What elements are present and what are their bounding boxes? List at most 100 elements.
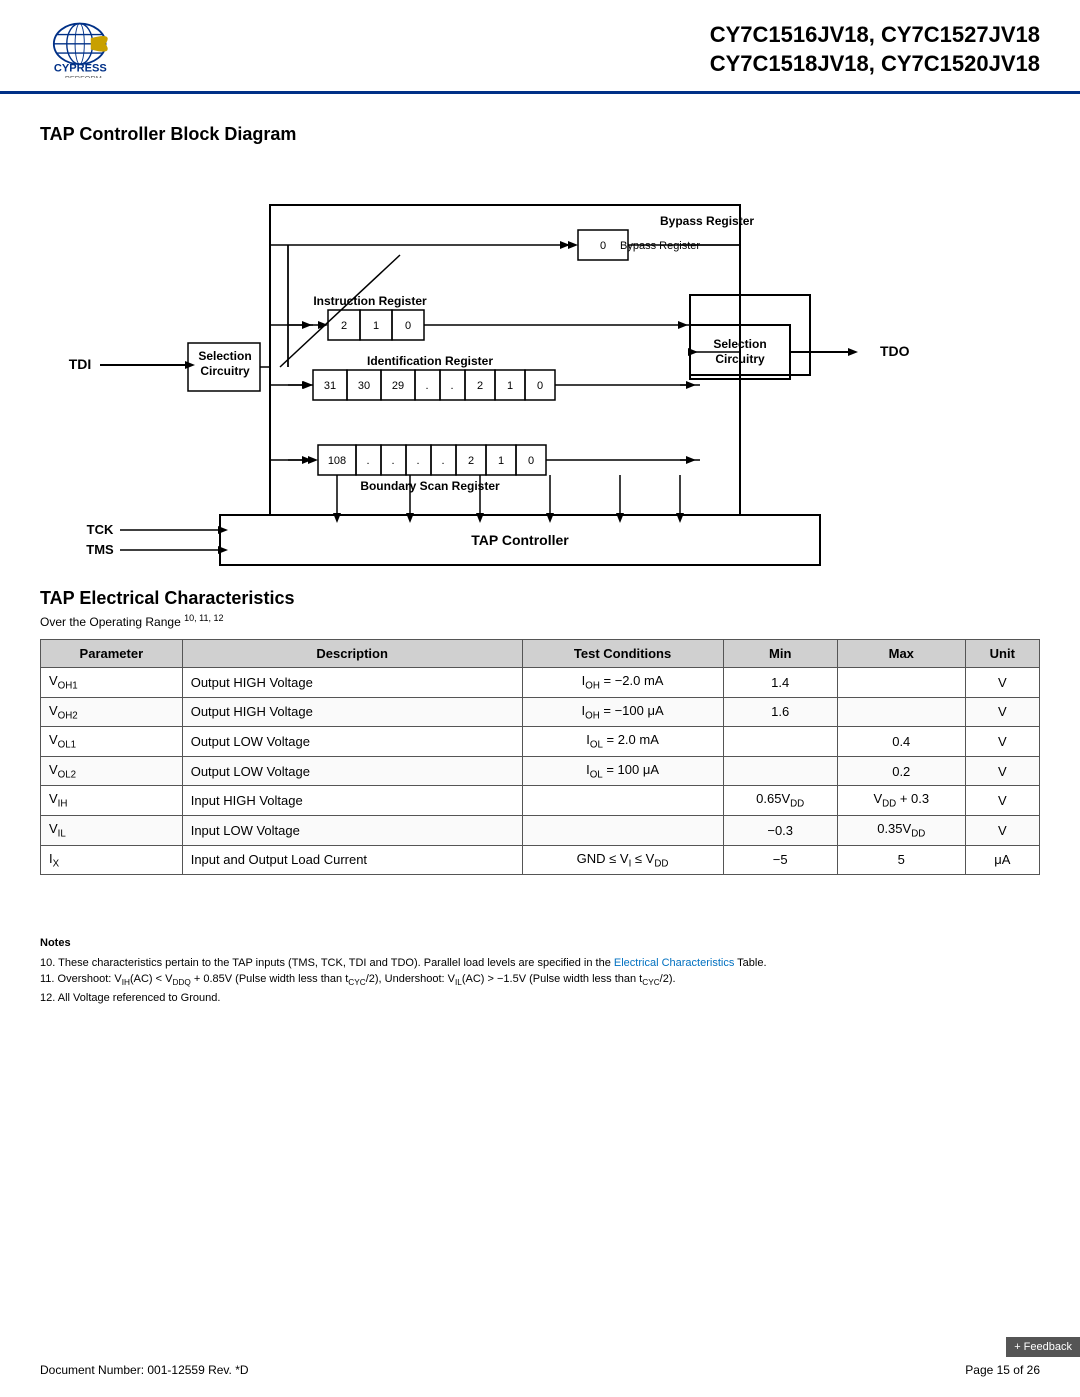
svg-text:Circuitry: Circuitry	[200, 364, 250, 378]
tap-diagram-section: TAP Controller Block Diagram TDI Selecti…	[40, 124, 1040, 578]
elec-title: TAP Electrical Characteristics	[40, 588, 1040, 609]
col-parameter: Parameter	[41, 640, 183, 668]
cell-param: VIL	[41, 815, 183, 845]
title-line2: CY7C1518JV18, CY7C1520JV18	[710, 51, 1040, 76]
cell-unit: V	[965, 668, 1039, 698]
col-min: Min	[723, 640, 837, 668]
svg-text:1: 1	[507, 380, 513, 392]
cell-unit: V	[965, 815, 1039, 845]
svg-text:TDI: TDI	[69, 356, 92, 372]
svg-text:TDO: TDO	[880, 343, 910, 359]
svg-text:0: 0	[537, 380, 543, 392]
cell-min: −5	[723, 845, 837, 875]
elec-table: Parameter Description Test Conditions Mi…	[40, 639, 1040, 875]
col-unit: Unit	[965, 640, 1039, 668]
table-header-row: Parameter Description Test Conditions Mi…	[41, 640, 1040, 668]
svg-text:Identification Register: Identification Register	[367, 354, 493, 368]
cell-test: IOL = 2.0 mA	[522, 727, 723, 757]
cell-desc: Input LOW Voltage	[182, 815, 522, 845]
svg-text:Bypass Register: Bypass Register	[620, 240, 700, 252]
cell-unit: μA	[965, 845, 1039, 875]
svg-text:.: .	[416, 455, 419, 467]
cell-max	[837, 697, 965, 727]
svg-text:Bypass Register: Bypass Register	[660, 214, 754, 228]
elec-subtitle: Over the Operating Range 10, 11, 12	[40, 613, 1040, 629]
cell-param: IX	[41, 845, 183, 875]
notes-list: 10. These characteristics pertain to the…	[40, 955, 1040, 1007]
table-row: VIL Input LOW Voltage −0.3 0.35VDD V	[41, 815, 1040, 845]
page-number: Page 15 of 26	[965, 1363, 1040, 1377]
svg-text:Boundary Scan Register: Boundary Scan Register	[360, 479, 500, 493]
cell-test	[522, 815, 723, 845]
cell-param: VIH	[41, 786, 183, 816]
table-row: IX Input and Output Load Current GND ≤ V…	[41, 845, 1040, 875]
cell-min: −0.3	[723, 815, 837, 845]
logo-area: CYPRESS PERFORM	[40, 18, 170, 81]
table-row: VOL2 Output LOW Voltage IOL = 100 μA 0.2…	[41, 756, 1040, 786]
svg-text:1: 1	[373, 320, 379, 332]
table-row: VOH2 Output HIGH Voltage IOH = −100 μA 1…	[41, 697, 1040, 727]
svg-text:0: 0	[600, 240, 606, 252]
title-line1: CY7C1516JV18, CY7C1527JV18	[710, 22, 1040, 47]
elec-char-link[interactable]: Electrical Characteristics	[614, 957, 734, 969]
svg-text:Instruction Register: Instruction Register	[313, 294, 427, 308]
doc-number: Document Number: 001-12559 Rev. *D	[40, 1363, 249, 1377]
elec-section: TAP Electrical Characteristics Over the …	[40, 588, 1040, 875]
cypress-logo: CYPRESS PERFORM	[40, 18, 160, 78]
cell-desc: Output LOW Voltage	[182, 756, 522, 786]
tap-diagram-title: TAP Controller Block Diagram	[40, 124, 1040, 145]
svg-text:Circuitry: Circuitry	[715, 352, 765, 366]
cell-max: 0.4	[837, 727, 965, 757]
cell-max: 0.35VDD	[837, 815, 965, 845]
cell-max: 0.2	[837, 756, 965, 786]
cell-test: IOH = −2.0 mA	[522, 668, 723, 698]
svg-text:1: 1	[498, 455, 504, 467]
elec-subtitle-text: Over the Operating Range	[40, 615, 181, 629]
svg-text:108: 108	[328, 455, 346, 467]
svg-text:29: 29	[392, 380, 404, 392]
header-title: CY7C1516JV18, CY7C1527JV18 CY7C1518JV18,…	[170, 21, 1040, 78]
cell-param: VOH1	[41, 668, 183, 698]
cell-unit: V	[965, 756, 1039, 786]
svg-text:0: 0	[528, 455, 534, 467]
feedback-button[interactable]: + Feedback	[1006, 1337, 1080, 1357]
col-description: Description	[182, 640, 522, 668]
cell-min	[723, 727, 837, 757]
svg-text:Selection: Selection	[713, 337, 766, 351]
main-content: TAP Controller Block Diagram TDI Selecti…	[0, 94, 1080, 1026]
svg-text:Selection: Selection	[198, 349, 251, 363]
cell-desc: Input and Output Load Current	[182, 845, 522, 875]
cell-min: 1.6	[723, 697, 837, 727]
tap-block-diagram: TDI Selection Circuitry 0 Bypass Registe…	[40, 165, 940, 575]
table-row: VOH1 Output HIGH Voltage IOH = −2.0 mA 1…	[41, 668, 1040, 698]
table-row: VOL1 Output LOW Voltage IOL = 2.0 mA 0.4…	[41, 727, 1040, 757]
notes-section: Notes 10. These characteristics pertain …	[40, 935, 1040, 1006]
page-header: CYPRESS PERFORM CY7C1516JV18, CY7C1527JV…	[0, 0, 1080, 94]
cell-test	[522, 786, 723, 816]
cell-unit: V	[965, 697, 1039, 727]
svg-text:.: .	[450, 380, 453, 392]
svg-text:CYPRESS: CYPRESS	[54, 63, 107, 75]
cell-test: IOL = 100 μA	[522, 756, 723, 786]
col-test-conditions: Test Conditions	[522, 640, 723, 668]
col-max: Max	[837, 640, 965, 668]
cell-max: 5	[837, 845, 965, 875]
cell-param: VOL2	[41, 756, 183, 786]
svg-text:30: 30	[358, 380, 370, 392]
cell-unit: V	[965, 786, 1039, 816]
svg-text:0: 0	[405, 320, 411, 332]
cell-max	[837, 668, 965, 698]
cell-desc: Input HIGH Voltage	[182, 786, 522, 816]
cell-desc: Output HIGH Voltage	[182, 697, 522, 727]
svg-text:2: 2	[477, 380, 483, 392]
note-item: 10. These characteristics pertain to the…	[40, 955, 1040, 972]
cell-test: IOH = −100 μA	[522, 697, 723, 727]
svg-text:.: .	[441, 455, 444, 467]
cell-unit: V	[965, 727, 1039, 757]
svg-text:2: 2	[341, 320, 347, 332]
cell-max: VDD + 0.3	[837, 786, 965, 816]
cell-desc: Output LOW Voltage	[182, 727, 522, 757]
note-item: 11. Overshoot: VIH(AC) < VDDQ + 0.85V (P…	[40, 971, 1040, 990]
svg-text:PERFORM: PERFORM	[65, 74, 102, 78]
cell-min	[723, 756, 837, 786]
